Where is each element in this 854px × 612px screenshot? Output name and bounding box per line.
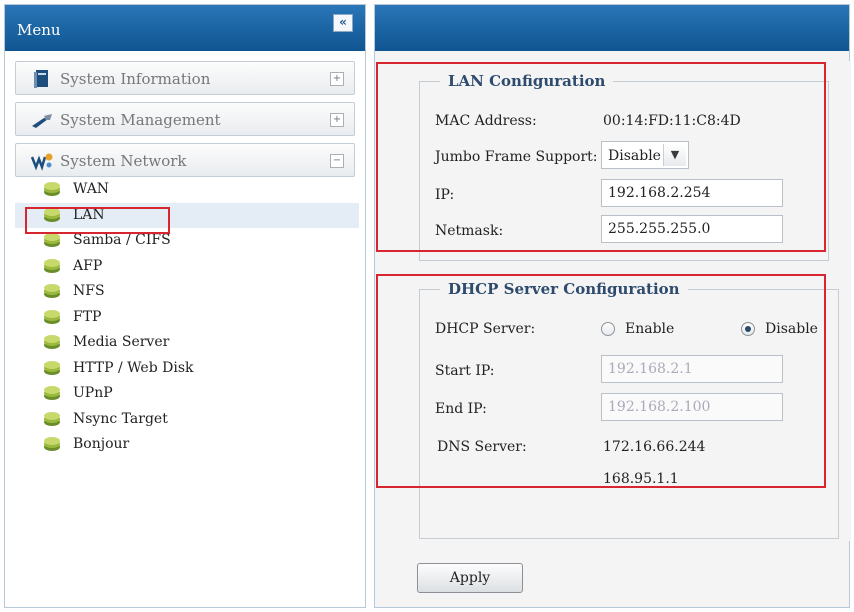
accordion-label: System Information — [60, 70, 211, 88]
menu-title: Menu — [17, 21, 61, 39]
sidebar-item-label: AFP — [73, 257, 103, 274]
collapse-menu-button[interactable]: « — [333, 14, 353, 32]
sidebar-item-bonjour[interactable]: Bonjour — [15, 432, 359, 458]
dhcp-config-highlight-box — [376, 274, 826, 488]
menu-header: Menu « — [5, 5, 365, 51]
stack-icon — [44, 386, 60, 400]
expand-icon[interactable]: + — [330, 72, 344, 86]
sidebar-item-label: Bonjour — [73, 436, 130, 452]
stack-icon — [44, 182, 60, 196]
accordion-system-network[interactable]: System Network − — [15, 143, 355, 177]
collapse-icon[interactable]: − — [330, 154, 344, 168]
stack-icon — [44, 309, 60, 324]
lan-config-highlight-box — [376, 62, 826, 252]
stack-icon — [44, 284, 60, 298]
accordion-system-information[interactable]: System Information + — [15, 61, 355, 95]
stack-icon — [44, 360, 60, 375]
expand-icon[interactable]: + — [330, 113, 344, 127]
network-icon — [30, 153, 53, 171]
accordion-system-management[interactable]: System Management + — [15, 102, 355, 136]
stack-icon — [44, 437, 60, 451]
stack-icon — [44, 335, 60, 349]
apply-button[interactable]: Apply — [417, 563, 523, 593]
sidebar-item-afp[interactable]: AFP — [15, 254, 359, 280]
sidebar-item-label: Samba / CIFS — [73, 232, 171, 248]
book-icon — [34, 70, 48, 88]
lan-highlight-box — [25, 207, 170, 234]
wrench-icon — [32, 114, 52, 128]
sidebar-item-label: NFS — [73, 283, 105, 299]
sidebar-item-label: WAN — [73, 181, 110, 197]
sidebar-item-media-server[interactable]: Media Server — [15, 330, 359, 356]
sidebar-item-nsync-target[interactable]: Nsync Target — [15, 407, 359, 433]
sidebar-item-label: FTP — [73, 308, 102, 325]
stack-icon — [44, 411, 60, 426]
sidebar-item-label: Media Server — [73, 334, 170, 350]
accordion-label: System Network — [60, 152, 187, 170]
sidebar-item-label: UPnP — [73, 385, 113, 401]
sidebar-item-wan[interactable]: WAN — [15, 177, 359, 203]
sidebar-item-ftp[interactable]: FTP — [15, 305, 359, 331]
sidebar-item-label: Nsync Target — [73, 410, 168, 427]
sidebar-item-nfs[interactable]: NFS — [15, 279, 359, 305]
stack-icon — [44, 233, 60, 247]
sidebar-item-upnp[interactable]: UPnP — [15, 381, 359, 407]
stack-icon — [44, 258, 60, 273]
sidebar-item-http-web-disk[interactable]: HTTP / Web Disk — [15, 356, 359, 382]
sidebar-item-label: HTTP / Web Disk — [73, 359, 194, 376]
accordion-label: System Management — [60, 111, 221, 129]
content-header — [375, 5, 849, 51]
menu-panel: Menu « System Information + System Manag… — [4, 4, 366, 608]
